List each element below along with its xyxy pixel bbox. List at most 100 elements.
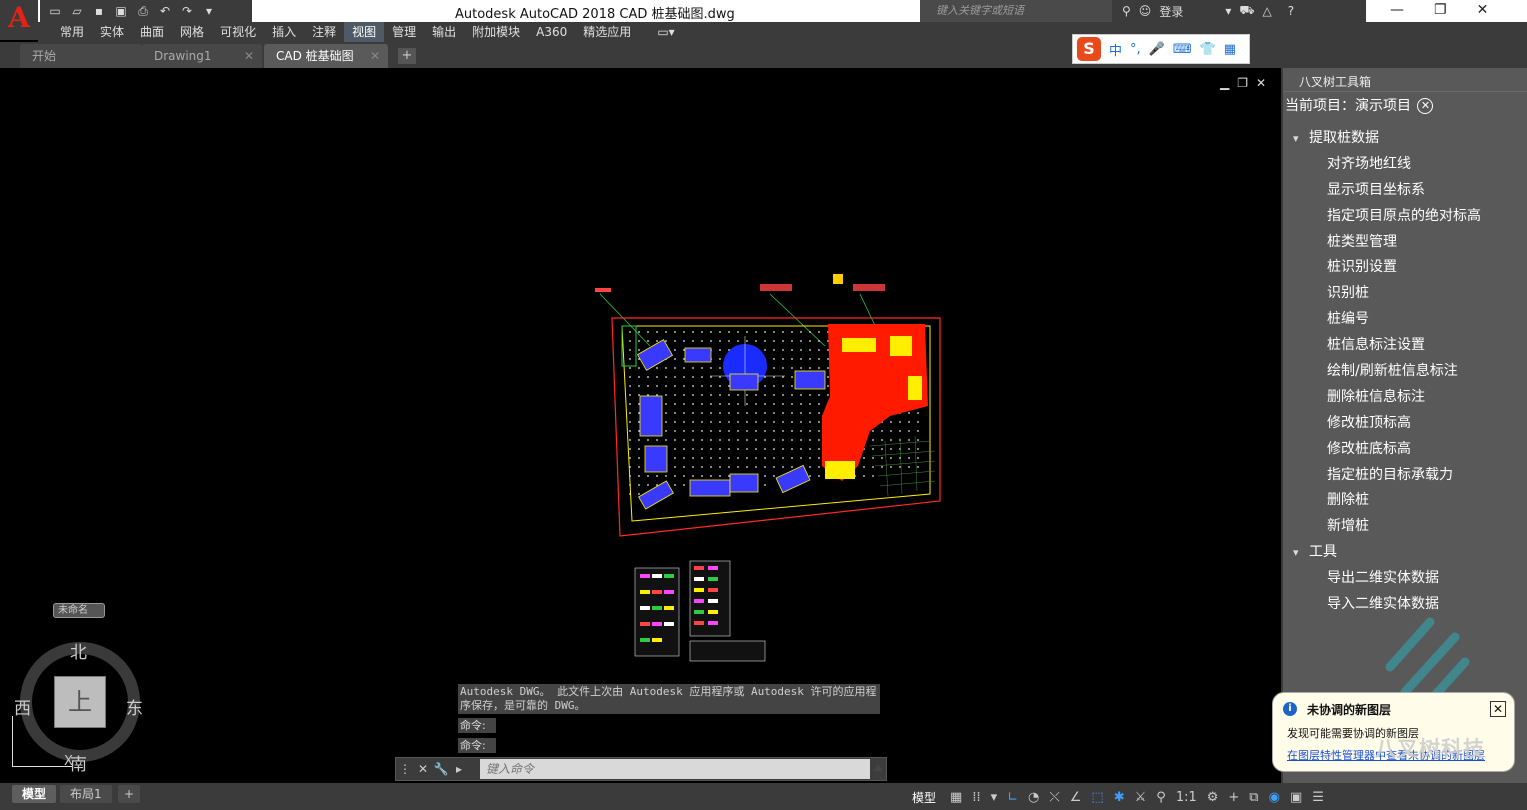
ribbon-tab[interactable]: 网格 [172, 22, 212, 42]
ribbon-tab[interactable]: A360 [528, 22, 575, 42]
named-view-dropdown[interactable]: 未命名 [53, 603, 105, 618]
annotation-icon[interactable]: ✱ [1114, 790, 1125, 805]
ribbon-tab[interactable]: 插入 [264, 22, 304, 42]
angle-icon[interactable]: ∠ [1070, 790, 1082, 805]
cart-icon[interactable]: ⛟ [1239, 3, 1254, 19]
ribbon-tab[interactable]: 附加模块 [464, 22, 528, 42]
close-tab-icon[interactable]: ✕ [370, 44, 380, 68]
notification-close-icon[interactable]: ✕ [1490, 701, 1506, 717]
polar-icon[interactable]: ◔ [1028, 790, 1039, 805]
close-icon[interactable]: ✕ [1477, 0, 1489, 22]
tree-item[interactable]: 修改桩顶标高 [1283, 411, 1527, 437]
print-icon[interactable]: ⎙ [134, 3, 152, 19]
ribbon-tab[interactable]: 常用 [52, 22, 92, 42]
add-layout-button[interactable]: + [118, 785, 141, 803]
expand-history-icon[interactable]: ▲ [874, 762, 882, 773]
skin-icon[interactable]: 👕 [1200, 42, 1216, 57]
apps-grid-icon[interactable]: ▦ [1224, 42, 1236, 57]
ribbon-tab[interactable]: 精选应用 [575, 22, 639, 42]
annovis-icon[interactable]: ⚲ [1156, 790, 1166, 805]
help-search-input[interactable]: 键入关键字或短语 [920, 0, 1112, 22]
sogou-logo-icon[interactable]: S [1077, 37, 1101, 61]
customize-icon[interactable]: 🔧 [432, 762, 450, 776]
grid-icon[interactable]: ▦ [950, 790, 962, 805]
close-project-icon[interactable]: ✕ [1417, 98, 1434, 114]
ribbon-tab[interactable]: 实体 [92, 22, 132, 42]
ribbon-tab[interactable]: 视图 [344, 22, 385, 42]
close-tab-icon[interactable]: ✕ [244, 44, 254, 68]
viewport-minimize-icon[interactable]: ▁ [1220, 76, 1229, 90]
tree-item[interactable]: 桩编号 [1283, 307, 1527, 333]
tree-group[interactable]: 提取桩数据 [1283, 126, 1527, 152]
compass-east[interactable]: 东 [126, 694, 143, 719]
tree-item[interactable]: 指定项目原点的绝对标高 [1283, 204, 1527, 230]
restore-icon[interactable]: ❐ [1434, 0, 1447, 22]
tree-item[interactable]: 指定桩的目标承载力 [1283, 463, 1527, 489]
doc-tab-start[interactable]: 开始 [20, 44, 142, 68]
compass-north[interactable]: 北 [70, 638, 87, 663]
snap-icon[interactable]: ⁞⁞ [972, 790, 980, 805]
tree-item[interactable]: 桩类型管理 [1283, 230, 1527, 256]
workspace-gear-icon[interactable]: ⚙ [1207, 790, 1219, 805]
qat-dropdown-icon[interactable]: ▾ [200, 3, 218, 19]
help-icon[interactable]: ? [1288, 4, 1294, 18]
ime-mode-toggle[interactable]: 中 [1109, 40, 1122, 59]
clean-screen-icon[interactable]: ▣ [1290, 790, 1302, 805]
annoscale-icon[interactable]: ⚔ [1135, 790, 1147, 805]
login-button[interactable]: 登录 [1159, 3, 1183, 20]
compass-west[interactable]: 西 [14, 694, 31, 719]
tree-item[interactable]: 显示项目坐标系 [1283, 178, 1527, 204]
keyboard-icon[interactable]: ⌨ [1173, 42, 1192, 57]
tree-item[interactable]: 识别桩 [1283, 281, 1527, 307]
undo-icon[interactable]: ↶ [156, 3, 174, 19]
ribbon-tab[interactable]: 输出 [424, 22, 464, 42]
command-input[interactable] [480, 759, 870, 779]
isolate-icon[interactable]: ⧉ [1249, 790, 1258, 805]
tree-item[interactable]: 修改桩底标高 [1283, 437, 1527, 463]
customize-menu-icon[interactable]: ☰ [1312, 790, 1324, 805]
close-cmd-icon[interactable]: ✕ [414, 762, 432, 776]
scale-dropdown[interactable]: 1:1 [1176, 790, 1197, 805]
tree-item[interactable]: 绘制/刷新桩信息标注 [1283, 359, 1527, 385]
ortho-icon[interactable]: ∟ [1007, 790, 1018, 805]
minimize-icon[interactable]: — [1390, 0, 1404, 22]
microphone-icon[interactable]: 🎤 [1149, 42, 1165, 57]
tree-item[interactable]: 桩识别设置 [1283, 255, 1527, 281]
layout-tab-model[interactable]: 模型 [12, 785, 57, 803]
model-space-toggle[interactable]: 模型 [912, 789, 936, 806]
tree-item[interactable]: 删除桩 [1283, 488, 1527, 514]
tree-group[interactable]: 工具 [1283, 540, 1527, 566]
redo-icon[interactable]: ↷ [178, 3, 196, 19]
ribbon-tab[interactable]: 可视化 [212, 22, 264, 42]
grip-icon[interactable]: ⋮ [396, 762, 414, 776]
login-dropdown-icon[interactable]: ▾ [1225, 4, 1231, 18]
binoculars-icon[interactable]: ⚲ [1122, 4, 1131, 18]
doc-tab-cad-pile[interactable]: CAD 桩基础图 ✕ [264, 44, 388, 68]
layout-tab-layout1[interactable]: 布局1 [60, 785, 112, 803]
tree-item[interactable]: 新增桩 [1283, 514, 1527, 540]
tree-item[interactable]: 删除桩信息标注 [1283, 385, 1527, 411]
ribbon-tab[interactable]: 注释 [304, 22, 344, 42]
select-cycle-icon[interactable]: ⬚ [1091, 790, 1103, 805]
ribbon-tab[interactable]: 管理 [384, 22, 424, 42]
ribbon-tab[interactable]: 曲面 [132, 22, 172, 42]
hardware-accel-icon[interactable]: ◉ [1269, 790, 1280, 805]
osnap-icon[interactable]: ⤬ [1049, 790, 1059, 805]
snap-dropdown-icon[interactable]: ▾ [991, 790, 998, 805]
viewcube-top-face[interactable]: 上 [54, 676, 106, 728]
plus-icon[interactable]: + [1228, 790, 1239, 805]
tree-item[interactable]: 对齐场地红线 [1283, 152, 1527, 178]
new-file-icon[interactable]: ▭ [46, 3, 64, 19]
save-as-icon[interactable]: ▣ [112, 3, 130, 19]
a360-icon[interactable]: △ [1262, 4, 1271, 18]
doc-tab-drawing1[interactable]: Drawing1 ✕ [142, 44, 262, 68]
ime-punct-toggle[interactable]: °, [1130, 42, 1141, 57]
ribbon-options-icon[interactable]: ▭▾ [649, 22, 682, 42]
new-tab-button[interactable]: + [398, 48, 416, 64]
viewport-restore-icon[interactable]: ❐ [1237, 76, 1248, 90]
recent-commands-icon[interactable]: ▸ [450, 762, 468, 776]
open-file-icon[interactable]: ▱ [68, 3, 86, 19]
save-icon[interactable]: ▪ [90, 3, 108, 19]
viewport-close-icon[interactable]: ✕ [1256, 76, 1266, 90]
app-menu-button[interactable]: A [0, 0, 38, 40]
